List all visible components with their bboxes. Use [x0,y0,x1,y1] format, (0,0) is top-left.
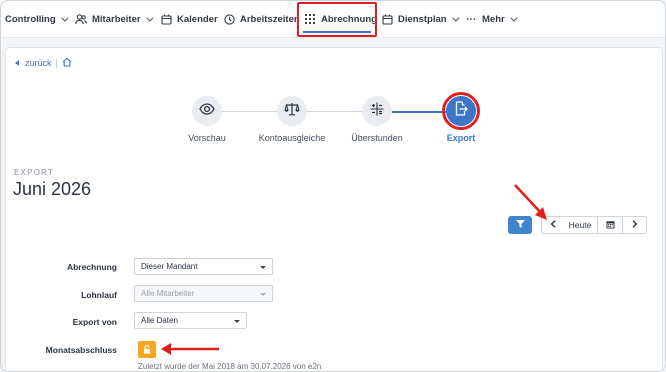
breadcrumb: zurück | [15,57,72,69]
caret-down-icon [260,293,266,296]
nav-item-kalender[interactable]: Kalender [160,1,218,37]
calendar-button[interactable] [598,216,623,234]
chevron-left-icon [550,220,556,230]
nav-item-dienstplan[interactable]: Dienstplan [381,1,460,37]
export-von-label: Export von [72,317,117,327]
step-connector [221,111,277,112]
nav-item-arbeitszeiten[interactable]: Arbeitszeiten [223,1,300,37]
monatsabschluss-button[interactable] [138,341,156,358]
chevron-down-icon [510,14,518,22]
step-connector [307,111,363,112]
step-vorschau[interactable] [192,96,222,126]
nav-item-mehr[interactable]: ⋯ Mehr [465,1,518,37]
caret-down-icon [234,320,240,323]
nav-label: Mehr [482,13,505,25]
nav-label: Controlling [5,13,56,25]
home-icon[interactable] [62,57,72,69]
nav-item-controlling[interactable]: Controlling [5,1,69,37]
filter-button[interactable] [508,216,532,234]
plus-minus-icon [370,102,384,121]
lohnlauf-select[interactable]: Alle Mitarbeiter [134,285,273,302]
chevron-down-icon [451,14,460,22]
page-kicker: EXPORT [14,168,54,177]
previous-month-button[interactable] [541,216,564,234]
lohnlauf-placeholder: Alle Mitarbeiter [141,289,195,298]
scale-icon [284,102,300,121]
calendar-icon [606,220,615,231]
lock-icon [143,341,151,359]
lohnlauf-label: Lohnlauf [81,290,117,300]
next-month-button[interactable] [623,216,647,234]
nav-label: Mitarbeiter [92,13,141,25]
monatsabschluss-label: Monatsabschluss [45,345,117,355]
page-title: Juni 2026 [13,179,92,199]
export-von-value: Alle Daten [141,316,178,325]
today-button[interactable]: Heute [563,216,598,234]
monatsabschluss-note: Zuletzt wurde der Mai 2018 am 30.07.2026… [138,362,322,371]
annotation-highlight-ring [442,92,480,130]
step-kontoausgleiche[interactable] [277,96,307,126]
abrechnung-label: Abrechnung [66,262,117,272]
clock-icon [223,13,235,25]
calendar-icon [160,13,172,25]
nav-label: Dienstplan [398,13,447,25]
step-label: Export [446,133,476,143]
nav-label: Arbeitszeiten [240,13,300,25]
nav-item-mitarbeiter[interactable]: Mitarbeiter [75,1,154,37]
chevron-right-icon [632,220,638,230]
caret-down-icon [260,266,266,269]
back-link[interactable]: zurück [25,58,52,68]
abrechnung-select[interactable]: Dieser Mandant [134,258,273,275]
chevron-down-icon [145,14,154,22]
ellipsis-icon: ⋯ [466,13,476,25]
step-connector-active [392,111,446,113]
export-von-select[interactable]: Alle Daten [134,312,247,329]
app-frame: Controlling Mitarbeiter Kalender Arbeits… [0,0,666,372]
filter-icon [515,220,525,230]
eye-icon [199,102,215,120]
chevron-down-icon [61,14,69,22]
annotation-highlight-box [297,2,377,37]
abrechnung-value: Dieser Mandant [141,262,198,271]
step-ueberstunden[interactable] [362,96,392,126]
caret-left-icon [15,60,19,66]
users-icon [75,13,87,25]
calendar-icon [381,13,393,25]
nav-label: Kalender [177,13,218,25]
breadcrumb-separator: | [55,58,58,68]
